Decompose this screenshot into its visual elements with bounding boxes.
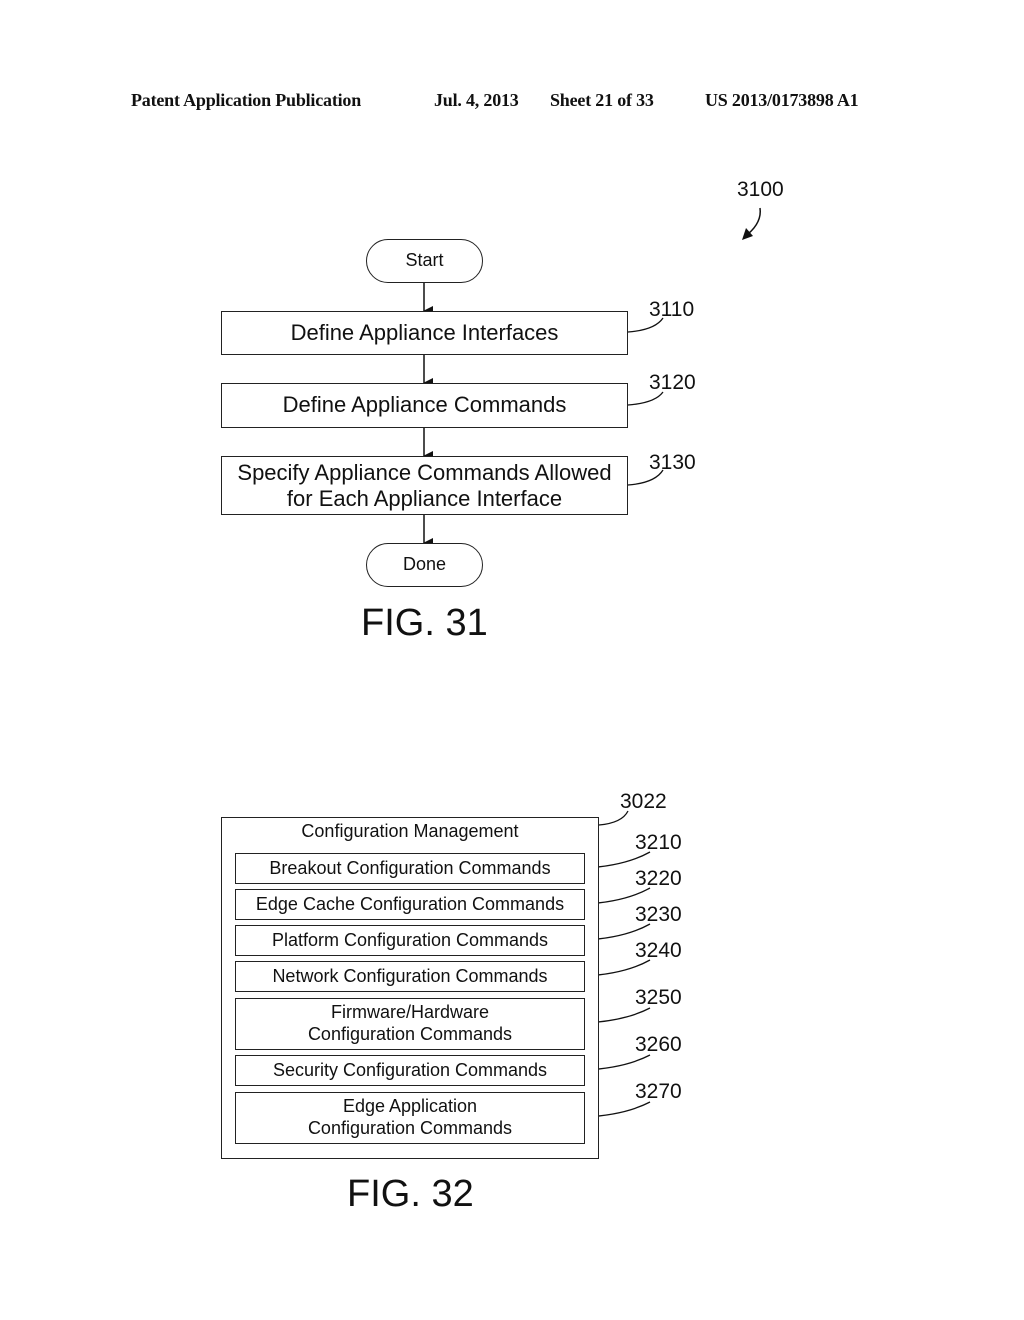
breakout-config-commands: Breakout Configuration Commands bbox=[235, 853, 585, 884]
item-label: Security Configuration Commands bbox=[272, 1059, 548, 1080]
ref-3270: 3270 bbox=[635, 1080, 682, 1103]
ref-3210: 3210 bbox=[635, 831, 682, 854]
ref-3110: 3110 bbox=[649, 298, 695, 321]
ref-3120: 3120 bbox=[649, 371, 696, 394]
ref-3100-pointer-icon bbox=[747, 207, 761, 235]
step-specify-allowed-commands: Specify Appliance Commands Allowed for E… bbox=[221, 456, 628, 515]
edge-application-config-commands: Edge Application Configuration Commands bbox=[235, 1092, 585, 1144]
step-label-line1: Specify Appliance Commands Allowed bbox=[237, 460, 612, 486]
item-label-line2: Configuration Commands bbox=[307, 1118, 513, 1138]
ref-3100: 3100 bbox=[737, 178, 784, 201]
item-label: Breakout Configuration Commands bbox=[269, 857, 551, 878]
done-label: Done bbox=[402, 554, 447, 575]
item-label: Edge Cache Configuration Commands bbox=[255, 893, 565, 914]
item-label-line1: Firmware/Hardware bbox=[330, 1002, 490, 1023]
figure-32-label: FIG. 32 bbox=[347, 1173, 474, 1215]
patent-number: US 2013/0173898 A1 bbox=[705, 90, 859, 110]
sheet-number: Sheet 21 of 33 bbox=[550, 90, 654, 110]
ref-3260: 3260 bbox=[635, 1033, 682, 1056]
configuration-management-title: Configuration Management bbox=[301, 821, 519, 841]
done-terminal: Done bbox=[366, 543, 483, 587]
firmware-hardware-config-commands: Firmware/Hardware Configuration Commands bbox=[235, 998, 585, 1050]
item-label-line1: Edge Application bbox=[342, 1096, 478, 1117]
item-label: Network Configuration Commands bbox=[272, 965, 548, 986]
item-label: Platform Configuration Commands bbox=[271, 929, 549, 950]
ref-3220: 3220 bbox=[635, 867, 682, 890]
step-label-line2: for Each Appliance Interface bbox=[286, 485, 563, 511]
platform-config-commands: Platform Configuration Commands bbox=[235, 925, 585, 956]
step-label: Define Appliance Interfaces bbox=[290, 319, 559, 345]
ref-3230: 3230 bbox=[635, 903, 682, 926]
ref-3250: 3250 bbox=[635, 986, 682, 1009]
ref-3240: 3240 bbox=[635, 939, 682, 962]
ref-3022: 3022 bbox=[620, 790, 667, 813]
step-label: Define Appliance Commands bbox=[282, 392, 567, 418]
publication-date: Jul. 4, 2013 bbox=[434, 90, 519, 110]
edge-cache-config-commands: Edge Cache Configuration Commands bbox=[235, 889, 585, 920]
security-config-commands: Security Configuration Commands bbox=[235, 1055, 585, 1086]
item-label-line2: Configuration Commands bbox=[307, 1024, 513, 1044]
start-terminal: Start bbox=[366, 239, 483, 283]
step-define-appliance-interfaces: Define Appliance Interfaces bbox=[221, 311, 628, 355]
publication-title: Patent Application Publication bbox=[131, 90, 362, 110]
start-label: Start bbox=[405, 250, 444, 271]
network-config-commands: Network Configuration Commands bbox=[235, 961, 585, 992]
step-define-appliance-commands: Define Appliance Commands bbox=[221, 383, 628, 428]
ref-3130: 3130 bbox=[649, 451, 696, 474]
figure-31-label: FIG. 31 bbox=[361, 602, 488, 644]
